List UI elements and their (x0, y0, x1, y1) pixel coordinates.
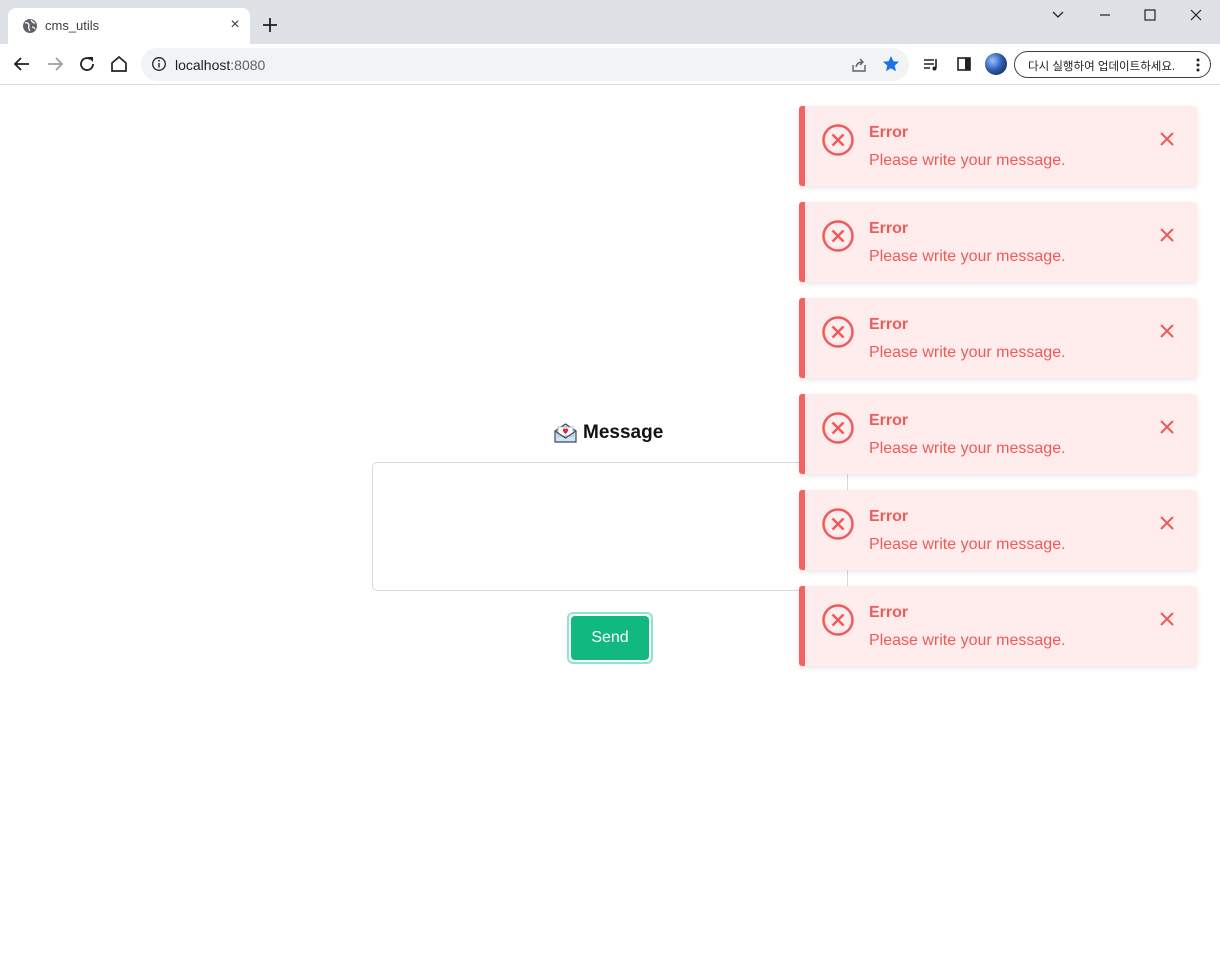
back-icon[interactable] (12, 54, 32, 74)
error-toast: Error Please write your message. (799, 106, 1197, 186)
toast-message: Please write your message. (869, 632, 1066, 649)
error-x-circle-icon (822, 508, 854, 540)
url-text[interactable]: localhost:8080 (175, 57, 265, 73)
close-icon[interactable] (1158, 322, 1176, 340)
error-toast: Error Please write your message. (799, 586, 1197, 666)
home-icon[interactable] (109, 54, 129, 74)
globe-icon (23, 19, 37, 33)
minimize-icon[interactable] (1090, 4, 1120, 26)
toast-title: Error (869, 604, 909, 621)
menu-dots-icon[interactable] (1193, 57, 1203, 73)
bookmark-star-icon[interactable] (881, 54, 901, 74)
close-icon[interactable] (1158, 130, 1176, 148)
error-x-circle-icon (822, 604, 854, 636)
toast-message: Please write your message. (869, 248, 1066, 265)
address-bar[interactable]: localhost:8080 (141, 48, 909, 81)
error-toast: Error Please write your message. (799, 394, 1197, 474)
message-heading: Message (554, 421, 663, 445)
close-window-icon[interactable] (1181, 4, 1211, 26)
toast-title: Error (869, 316, 909, 333)
toast-message: Please write your message. (869, 152, 1066, 169)
site-info-icon[interactable] (151, 56, 167, 72)
url-port: :8080 (230, 57, 266, 73)
toast-message: Please write your message. (869, 536, 1066, 553)
close-icon[interactable] (1158, 610, 1176, 628)
new-tab-icon[interactable] (258, 13, 282, 37)
send-button[interactable]: Send (567, 612, 653, 664)
toast-title: Error (869, 508, 909, 525)
toast-title: Error (869, 412, 909, 429)
share-icon[interactable] (850, 56, 868, 74)
browser-titlebar: cms_utils × (0, 0, 1220, 44)
close-icon[interactable] (1158, 514, 1176, 532)
error-x-circle-icon (822, 316, 854, 348)
error-toast: Error Please write your message. (799, 490, 1197, 570)
toast-title: Error (869, 124, 909, 141)
error-toast: Error Please write your message. (799, 298, 1197, 378)
update-button[interactable]: 다시 실행하여 업데이트하세요. (1014, 51, 1211, 78)
browser-tab[interactable]: cms_utils × (8, 8, 250, 44)
error-toast: Error Please write your message. (799, 202, 1197, 282)
close-icon[interactable] (1158, 418, 1176, 436)
toast-message: Please write your message. (869, 440, 1066, 457)
error-x-circle-icon (822, 412, 854, 444)
url-host: localhost (175, 57, 231, 73)
update-button-label: 다시 실행하여 업데이트하세요. (1028, 61, 1176, 73)
tab-close-icon[interactable]: × (226, 16, 244, 34)
reload-icon[interactable] (77, 54, 97, 74)
reading-list-icon[interactable] (921, 54, 941, 74)
toast-title: Error (869, 220, 909, 237)
side-panel-icon[interactable] (954, 54, 974, 74)
tab-title: cms_utils (45, 18, 100, 33)
send-button-label: Send (571, 616, 649, 660)
forward-icon[interactable] (45, 54, 65, 74)
message-heading-text: Message (583, 422, 664, 443)
error-x-circle-icon (822, 220, 854, 252)
close-icon[interactable] (1158, 226, 1176, 244)
message-textarea[interactable] (372, 462, 848, 591)
error-x-circle-icon (822, 124, 854, 156)
toast-message: Please write your message. (869, 344, 1066, 361)
tab-search-chevron-icon[interactable] (1043, 4, 1073, 26)
envelope-heart-icon (554, 423, 577, 443)
maximize-icon[interactable] (1135, 4, 1165, 26)
profile-avatar[interactable] (985, 53, 1007, 75)
